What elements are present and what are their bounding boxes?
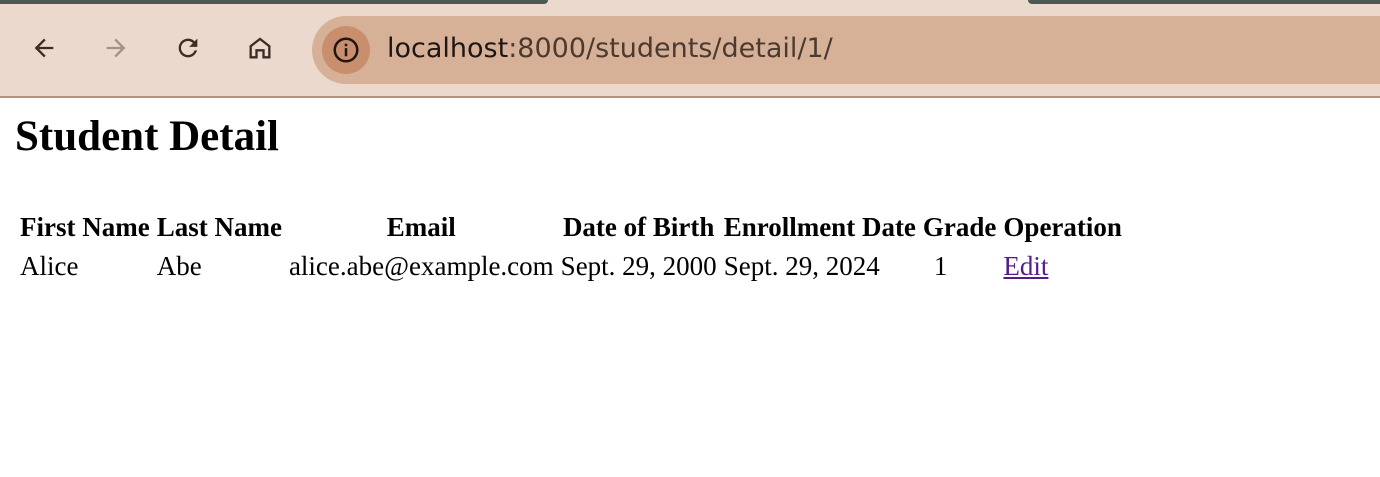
cell-operation: Edit [1002,249,1123,284]
address-bar[interactable]: localhost:8000/students/detail/1/ [312,16,1380,84]
url-host: localhost [387,33,509,64]
student-table: First Name Last Name Email Date of Birth… [14,206,1128,288]
page-content: Student Detail First Name Last Name Emai… [15,108,1128,288]
url-text[interactable]: localhost:8000/students/detail/1/ [387,31,833,67]
header-grade: Grade [922,212,997,242]
url-path: :8000/students/detail/1/ [508,33,833,64]
reload-button[interactable] [170,30,206,66]
cell-enrollment-date: Sept. 29, 2024 [723,251,880,281]
table-header-row: First Name Last Name Email Date of Birth… [19,210,1123,245]
info-icon [333,37,359,63]
back-button[interactable] [26,30,62,66]
browser-toolbar: localhost:8000/students/detail/1/ [0,4,1380,98]
cell-first-name: Alice [20,251,79,281]
home-icon [249,37,271,59]
header-email: Email [386,212,456,242]
arrow-left-icon [34,38,54,58]
header-enrollment-date: Enrollment Date [723,212,916,242]
cell-grade: 1 [933,251,948,281]
arrow-right-icon [106,38,126,58]
reload-icon [178,38,198,58]
header-first-name: First Name [20,212,150,242]
forward-button[interactable] [98,30,134,66]
table-row: Alice Abe alice.abe@example.com Sept. 29… [19,249,1123,284]
header-date-of-birth: Date of Birth [562,212,715,242]
edit-link[interactable]: Edit [1003,251,1048,281]
header-last-name: Last Name [156,212,282,242]
cell-email: alice.abe@example.com [288,251,554,281]
cell-date-of-birth: Sept. 29, 2000 [560,251,717,281]
header-operation: Operation [1003,212,1122,242]
site-info-button[interactable] [322,26,370,74]
cell-last-name: Abe [156,251,202,281]
page-title: Student Detail [15,113,279,160]
home-button[interactable] [242,30,278,66]
